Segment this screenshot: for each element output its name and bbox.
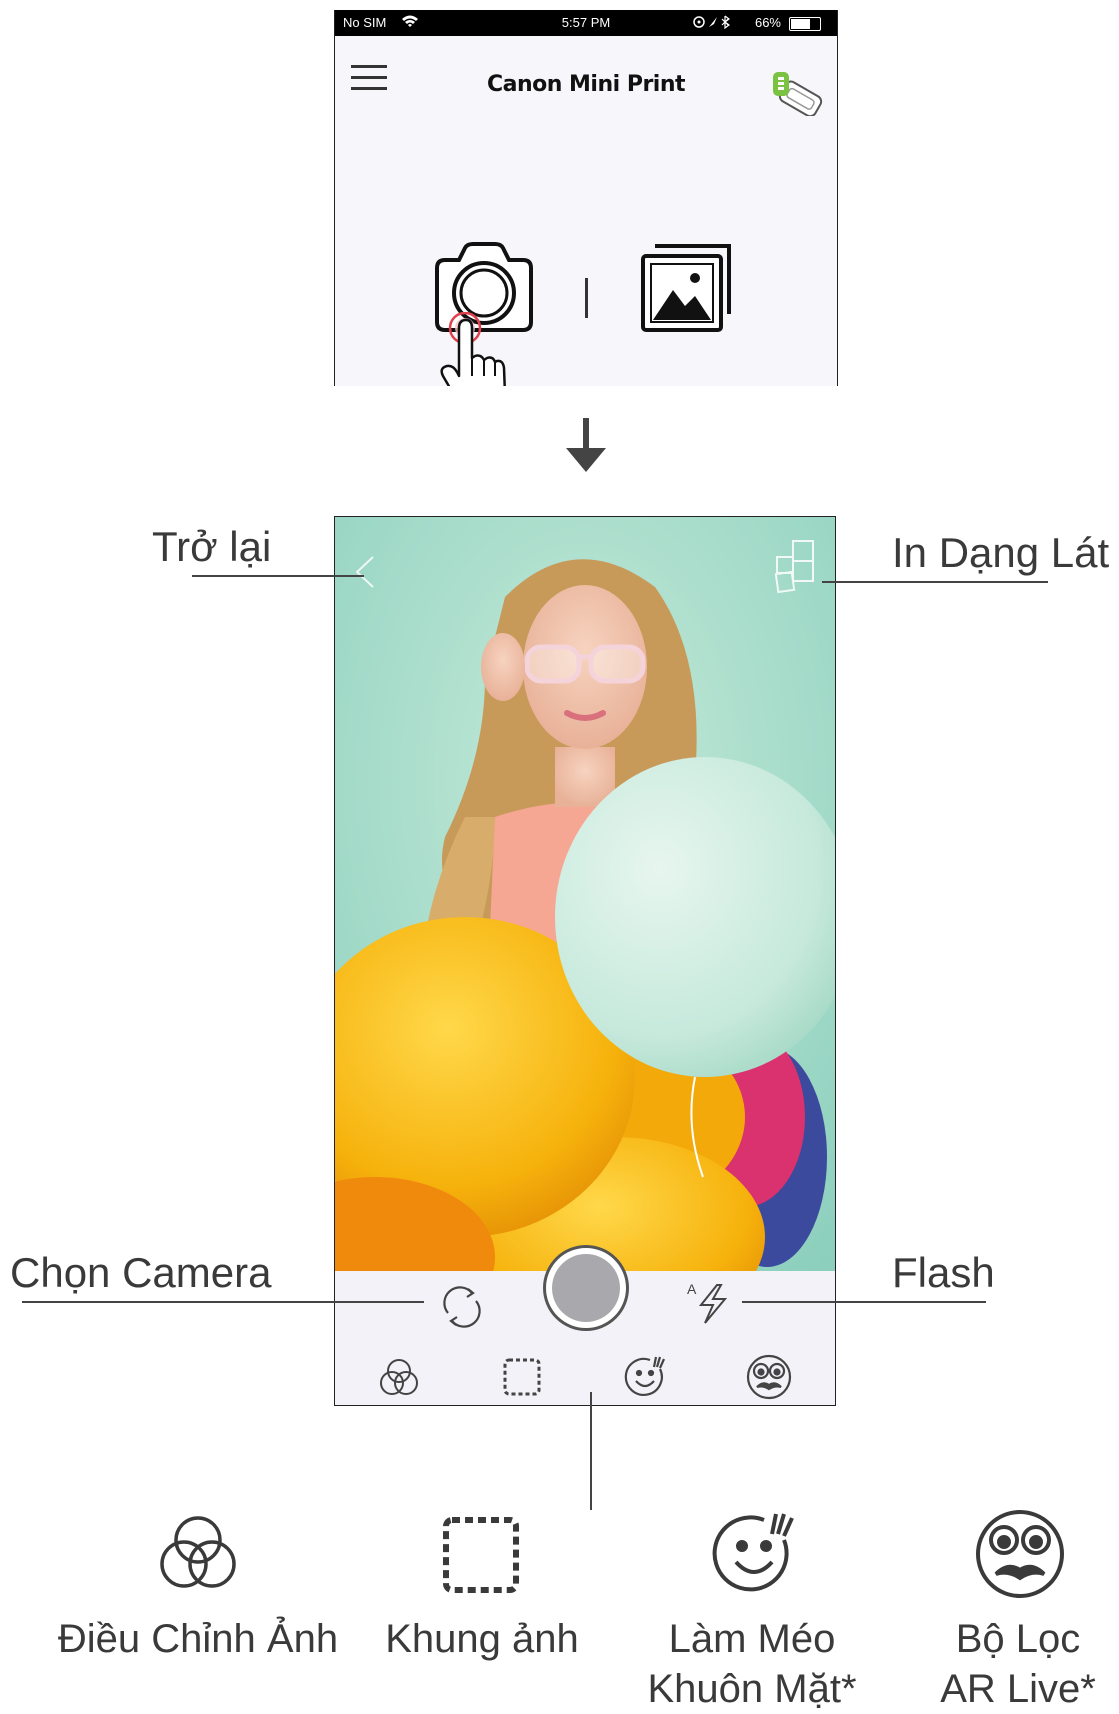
legend-frame-label: Khung ảnh <box>385 1617 579 1661</box>
home-screen: No SIM 5:57 PM 66% Canon Mini Print <box>334 10 838 386</box>
switch-camera-icon[interactable] <box>438 1283 486 1331</box>
flash-icon[interactable]: A <box>687 1279 731 1327</box>
camera-select-callout-line <box>22 1301 424 1303</box>
legend-face-warp-label: Làm Méo Khuôn Mặt* <box>647 1617 857 1711</box>
camera-screen: A <box>334 516 836 1406</box>
tile-print-icon[interactable] <box>773 539 817 600</box>
down-arrow-icon <box>560 418 612 478</box>
ar-filter-icon <box>972 1506 1068 1607</box>
tile-print-callout-line <box>822 581 1048 583</box>
divider <box>585 278 588 318</box>
status-icons <box>693 15 737 32</box>
frame-icon[interactable] <box>500 1355 544 1399</box>
camera-preview-photo <box>335 517 835 1337</box>
gallery-button[interactable] <box>637 238 737 338</box>
legend-adjust-label: Điều Chỉnh Ảnh <box>57 1617 339 1661</box>
legend-ar-filter-label: Bộ Lọc AR Live* <box>940 1617 1096 1711</box>
back-callout: Trở lại <box>152 523 272 570</box>
printer-status-icon[interactable] <box>767 68 827 118</box>
tile-print-callout: In Dạng Lát <box>892 529 1110 576</box>
shutter-button[interactable] <box>543 1245 629 1331</box>
face-warp-icon[interactable] <box>622 1353 670 1401</box>
camera-toolbar: A <box>335 1245 835 1405</box>
battery-icon <box>789 17 821 31</box>
adjust-rings-icon[interactable] <box>376 1355 422 1401</box>
pointing-hand-icon <box>439 311 529 386</box>
status-bar: No SIM 5:57 PM 66% <box>335 10 837 36</box>
battery-percent: 66% <box>754 15 781 30</box>
ar-filter-icon[interactable] <box>745 1353 793 1401</box>
flash-mode-label: A <box>687 1281 697 1297</box>
app-title: Canon Mini Print <box>486 72 686 97</box>
back-callout-line <box>192 575 364 577</box>
adjust-rings-icon <box>150 1508 246 1609</box>
frame-icon <box>440 1514 524 1603</box>
face-warp-icon <box>708 1506 804 1607</box>
flash-callout-line <box>742 1301 986 1303</box>
flash-callout: Flash <box>892 1249 995 1296</box>
toolbar-callout-line <box>590 1392 592 1510</box>
camera-select-callout: Chọn Camera <box>10 1249 272 1296</box>
